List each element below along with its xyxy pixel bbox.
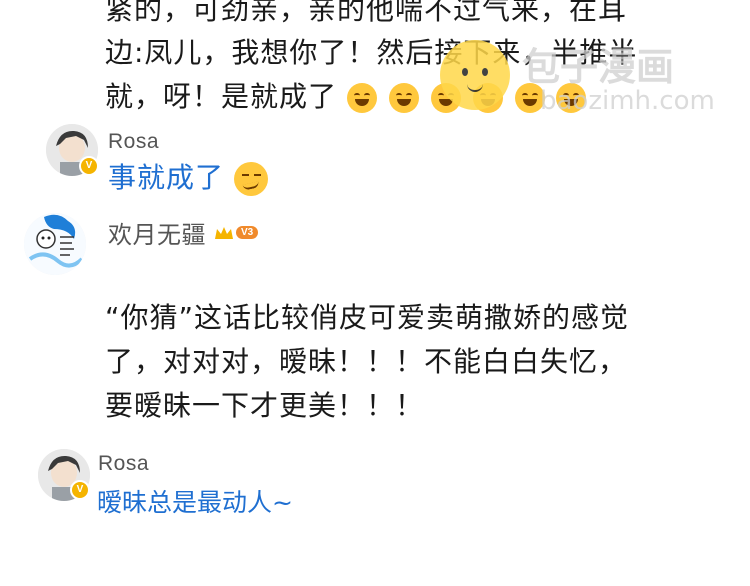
comment-text-line-1: “你猜”这话比较俏皮可爱卖萌撒娇的感觉 (105, 301, 630, 334)
verified-badge: V (70, 480, 90, 500)
baozi-mascot-icon (440, 40, 510, 110)
reply-text: 事就成了 (108, 158, 268, 197)
avatar-cartoon-icon (24, 213, 86, 275)
username[interactable]: Rosa (108, 130, 159, 154)
comment-text-line-3: 就，呀！是就成了 (105, 77, 588, 116)
comment-text-line-1: 紧的，可劲亲，亲的他喘不过气来，在耳 (105, 0, 628, 26)
smile-emoji-icon (388, 83, 419, 113)
avatar[interactable] (24, 213, 86, 275)
comment-text-line-3-text: 就，呀！是就成了 (105, 80, 338, 113)
crown-icon (215, 226, 233, 239)
reply-text: 暧昧总是最动人~ (97, 488, 293, 517)
comment-header: 欢月无疆 V3 (108, 215, 259, 250)
verified-badge: V (79, 156, 99, 176)
watermark-url: baozimh.com (540, 86, 715, 116)
comment-text-line-3: 要暧昧一下才更美！！！ (105, 389, 425, 422)
username[interactable]: 欢月无疆 (108, 215, 206, 250)
username[interactable]: Rosa (98, 452, 149, 476)
level-badge-text: V3 (236, 226, 259, 239)
reply-text-content: 事就成了 (108, 161, 225, 194)
smirk-emoji-icon (233, 162, 268, 196)
watermark-brand: 包子漫画 (522, 45, 675, 89)
laughing-emoji-icon (346, 83, 377, 113)
level-badge: V3 (214, 225, 259, 241)
comment-text-line-2: 了，对对对，暧昧！！！不能白白失忆， (105, 345, 628, 378)
